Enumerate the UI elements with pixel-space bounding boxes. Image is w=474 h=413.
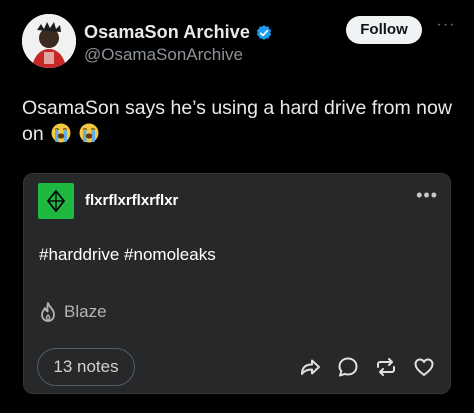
user-info: OsamaSon Archive @OsamaSonArchive [84, 22, 273, 65]
like-icon[interactable] [412, 355, 436, 379]
tweet-header: OsamaSon Archive @OsamaSonArchive Follow… [22, 14, 460, 70]
share-icon[interactable] [298, 355, 322, 379]
notes-button[interactable]: 13 notes [37, 348, 135, 386]
loudly-crying-face-emoji [51, 123, 71, 143]
verified-badge-icon [256, 24, 272, 40]
follow-button[interactable]: Follow [346, 16, 422, 44]
display-name[interactable]: OsamaSon Archive [84, 22, 250, 43]
avatar-image [22, 14, 76, 68]
blog-name[interactable]: flxrflxrflxrflxr [85, 192, 178, 209]
blog-logo-icon [46, 189, 66, 213]
blog-avatar[interactable] [38, 183, 74, 219]
post-tags-text: #harddrive #nomoleaks [39, 245, 216, 264]
blaze-label: Blaze [64, 302, 107, 321]
post-more-options-icon[interactable]: ••• [416, 186, 438, 204]
handle[interactable]: @OsamaSonArchive [84, 45, 273, 65]
more-options-icon[interactable]: ··· [436, 17, 456, 38]
loudly-crying-face-emoji [79, 123, 99, 143]
reblog-icon[interactable] [374, 355, 398, 379]
tweet-text: OsamaSon says he’s using a hard drive fr… [22, 95, 462, 147]
post-actions [298, 355, 436, 379]
embedded-post-card[interactable]: flxrflxrflxrflxr ••• #harddrive #nomolea… [23, 173, 451, 394]
avatar[interactable] [22, 14, 76, 68]
blaze-button[interactable]: Blaze [38, 301, 107, 323]
flame-icon [41, 302, 55, 322]
reply-icon[interactable] [336, 355, 360, 379]
